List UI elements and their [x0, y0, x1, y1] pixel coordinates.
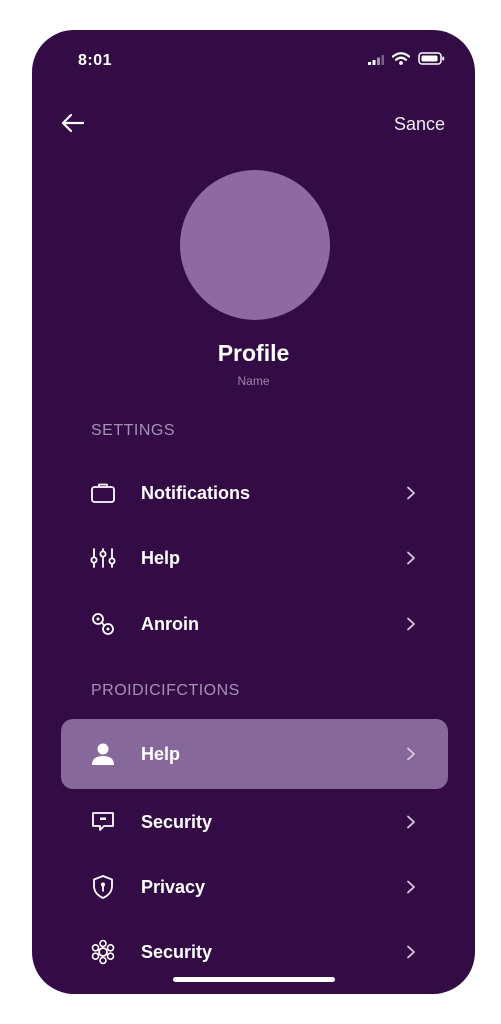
signal-icon	[368, 52, 384, 70]
sliders-icon	[90, 545, 116, 571]
menu-item-label: Anroin	[141, 613, 199, 634]
home-indicator[interactable]	[173, 977, 335, 982]
avatar[interactable]	[180, 170, 330, 320]
message-icon	[90, 809, 116, 835]
chevron-right-icon	[404, 815, 418, 829]
menu-item-label: Help	[141, 743, 181, 764]
section-label-settings: SETTINGS	[91, 422, 176, 439]
menu-item-help[interactable]: Help	[61, 523, 448, 593]
chevron-right-icon	[404, 945, 418, 959]
chevron-right-icon	[404, 551, 418, 565]
menu-item-label: Help	[141, 547, 181, 568]
user-icon	[90, 741, 116, 767]
back-button[interactable]	[58, 110, 88, 140]
chevron-right-icon	[404, 747, 418, 761]
gear-icon	[90, 939, 116, 965]
menu-item-label: Security	[141, 941, 213, 962]
wifi-icon	[391, 52, 411, 70]
chevron-right-icon	[404, 880, 418, 894]
menu-item-privacy[interactable]: Privacy	[61, 852, 448, 922]
menu-item-anroin[interactable]: Anroin	[61, 589, 448, 659]
shield-icon	[90, 874, 116, 900]
menu-item-label: Privacy	[141, 876, 206, 897]
phone-screen: 8:01 Sance Profile Name SETTINGS Notific…	[32, 30, 475, 994]
menu-item-label: Notifications	[141, 482, 251, 503]
arrow-left-icon	[61, 113, 85, 138]
menu-item-security[interactable]: Security	[61, 787, 448, 857]
menu-item-notifications[interactable]: Notifications	[61, 458, 448, 528]
menu-item-help-active[interactable]: Help	[61, 719, 448, 789]
status-icons	[368, 52, 445, 70]
section-label-second: PROIDICIFCTIONS	[91, 682, 240, 699]
chevron-right-icon	[404, 617, 418, 631]
profile-name: Name	[237, 374, 270, 388]
link-icon	[90, 611, 116, 637]
status-time: 8:01	[78, 52, 113, 69]
chevron-right-icon	[404, 486, 418, 500]
page-title: Profile	[217, 340, 290, 366]
menu-item-label: Security	[141, 811, 213, 832]
battery-icon	[418, 52, 445, 70]
header-action-button[interactable]: Sance	[394, 114, 445, 135]
briefcase-icon	[90, 480, 116, 506]
